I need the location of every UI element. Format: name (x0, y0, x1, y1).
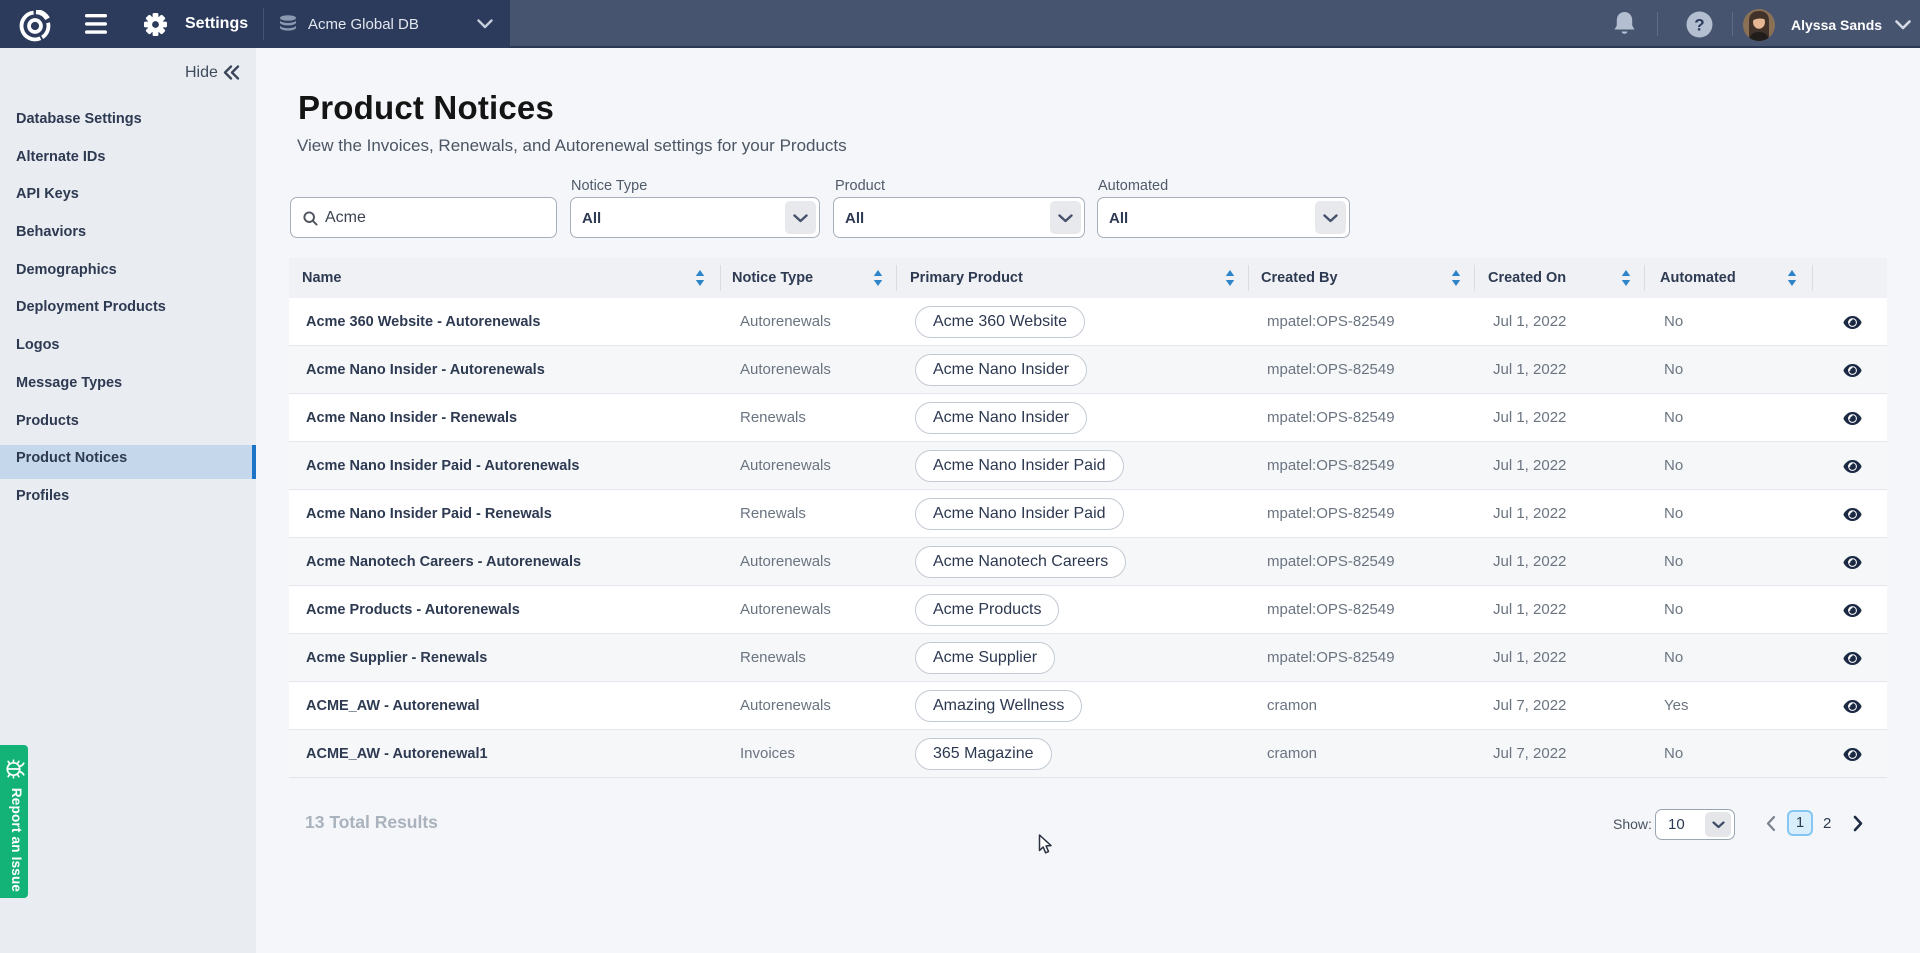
svg-text:?: ? (1694, 16, 1704, 35)
